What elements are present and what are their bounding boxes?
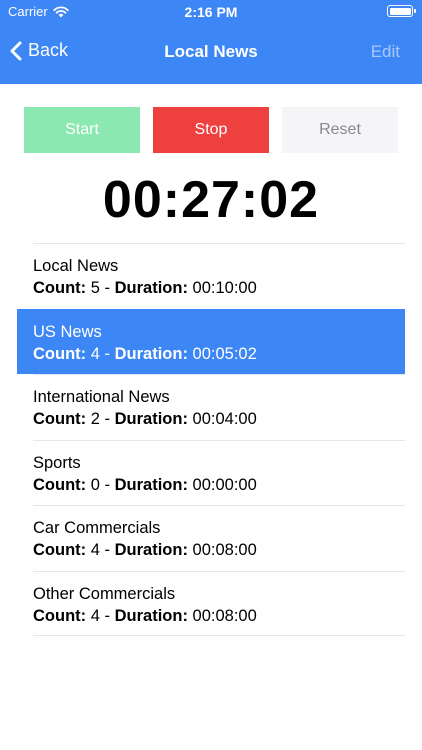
item-stats: Count: 4 - Duration: 00:08:00 <box>33 538 422 562</box>
stop-button[interactable]: Stop <box>153 107 269 153</box>
list-item[interactable]: Car Commercials Count: 4 - Duration: 00:… <box>0 505 422 571</box>
list-item[interactable]: Other Commercials Count: 4 - Duration: 0… <box>0 570 422 637</box>
item-title: Sports <box>33 453 81 472</box>
battery-level <box>389 7 411 15</box>
count-label: Count: <box>33 410 87 428</box>
item-title: Local News <box>33 257 119 275</box>
duration-label: Duration: <box>114 475 188 494</box>
start-button[interactable]: Start <box>24 107 140 153</box>
duration-label: Duration: <box>114 344 188 363</box>
duration-label: Duration: <box>114 606 188 625</box>
status-time: 2:16 PM <box>184 4 238 20</box>
segment-list: Local News Count: 5 - Duration: 00:10:00… <box>0 243 422 636</box>
timer-display: 00:27:02 <box>102 171 320 229</box>
duration-value: 00:08:00 <box>192 606 257 625</box>
list-item-selected[interactable]: US News Count: 4 - Duration: 00:05:02 <box>17 308 405 374</box>
item-title: Other Commercials <box>33 584 176 603</box>
duration-value: 00:10:00 <box>192 279 257 297</box>
list-item[interactable]: Sports Count: 0 - Duration: 00:00:00 <box>0 439 422 506</box>
item-stats: Count: 4 - Duration: 00:05:02 <box>33 342 405 366</box>
duration-value: 00:05:02 <box>192 344 257 363</box>
edit-button[interactable]: Edit <box>371 42 400 62</box>
count-label: Count: <box>33 344 87 363</box>
status-bar: Carrier 2:16 PM <box>0 0 422 24</box>
item-stats: Count: 4 - Duration: 00:08:00 <box>33 604 422 628</box>
duration-value: 00:08:00 <box>192 541 257 559</box>
count-value: 4 <box>90 344 100 363</box>
separator: - <box>104 475 111 494</box>
count-value: 5 <box>90 279 100 297</box>
item-title: International News <box>33 388 170 406</box>
item-stats: Count: 0 - Duration: 00:00:00 <box>33 473 422 497</box>
count-value: 0 <box>90 475 100 494</box>
battery-icon <box>387 5 416 17</box>
list-item[interactable]: International News Count: 2 - Duration: … <box>0 374 422 440</box>
duration-label: Duration: <box>114 410 188 428</box>
duration-value: 00:00:00 <box>192 475 257 494</box>
count-label: Count: <box>33 475 87 494</box>
separator: - <box>104 606 111 625</box>
duration-label: Duration: <box>114 279 188 297</box>
duration-label: Duration: <box>114 541 188 559</box>
separator: - <box>104 344 111 363</box>
page-title: Local News <box>164 42 258 61</box>
item-title: Car Commercials <box>33 519 161 537</box>
count-label: Count: <box>33 279 87 297</box>
separator: - <box>104 410 111 428</box>
item-title: US News <box>33 322 102 341</box>
navigation-bar: Back Local News Edit <box>0 30 422 74</box>
separator: - <box>104 279 111 297</box>
count-value: 2 <box>90 410 100 428</box>
count-label: Count: <box>33 606 87 625</box>
reset-button[interactable]: Reset <box>282 107 398 153</box>
duration-value: 00:04:00 <box>192 410 257 428</box>
count-value: 4 <box>90 541 100 559</box>
count-value: 4 <box>90 606 100 625</box>
separator: - <box>104 541 111 559</box>
app-header: Carrier 2:16 PM Back Local News Edit <box>0 0 422 84</box>
item-stats: Count: 5 - Duration: 00:10:00 <box>33 276 422 300</box>
item-stats: Count: 2 - Duration: 00:04:00 <box>33 407 422 431</box>
list-item[interactable]: Local News Count: 5 - Duration: 00:10:00 <box>0 243 422 309</box>
count-label: Count: <box>33 541 87 559</box>
